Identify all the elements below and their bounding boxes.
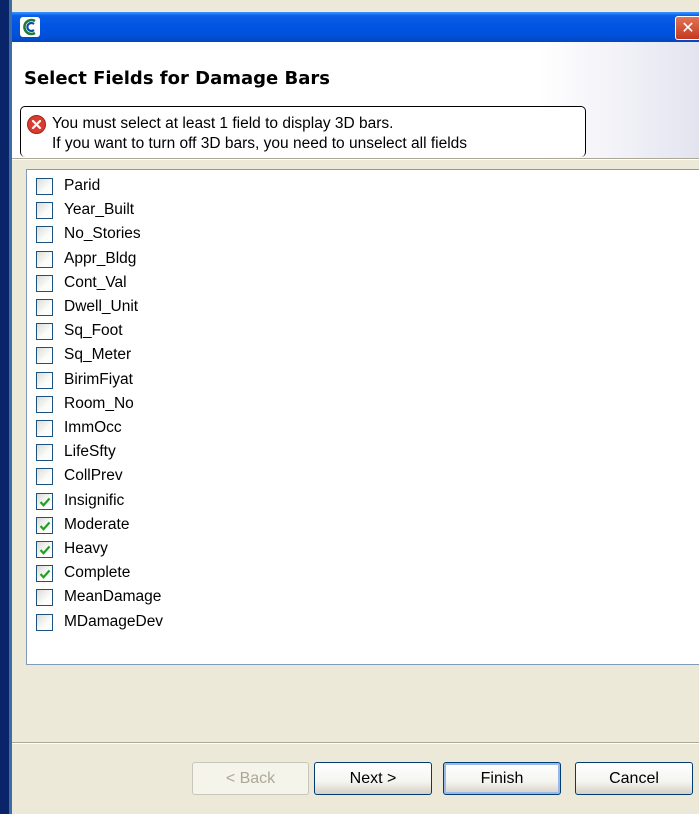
field-checkbox[interactable] (36, 516, 53, 534)
field-label: Year_Built (64, 201, 135, 219)
field-checkbox[interactable] (36, 347, 53, 365)
wizard-header: Select Fields for Damage Bars You must s… (12, 42, 699, 160)
field-checkbox[interactable] (36, 226, 53, 244)
field-checkbox[interactable] (36, 178, 53, 195)
error-icon (27, 115, 46, 134)
field-label: Appr_Bldg (64, 249, 137, 267)
field-checkbox[interactable] (36, 420, 53, 437)
field-label: CollPrev (64, 467, 123, 485)
field-label: Sq_Meter (64, 346, 132, 364)
field-label: Cont_Val (64, 273, 127, 291)
field-label: No_Stories (64, 225, 141, 243)
field-label: ImmOcc (64, 419, 122, 436)
field-checkbox[interactable] (36, 323, 53, 341)
field-checkbox[interactable] (36, 468, 53, 486)
field-checkbox[interactable] (36, 613, 53, 631)
field-label: MeanDamage (64, 588, 162, 606)
window-left-border (0, 0, 12, 814)
field-checkbox[interactable] (36, 202, 53, 220)
field-label: Moderate (64, 515, 130, 533)
field-checkbox-list[interactable]: Parid Year_Built No_Stories Appr_Bldg Cont_V… (26, 169, 699, 665)
field-checkbox[interactable] (36, 250, 53, 268)
next-button[interactable]: Next > (314, 762, 432, 795)
field-label: Parid (64, 177, 101, 194)
field-checkbox[interactable] (36, 589, 53, 607)
field-label: Dwell_Unit (64, 298, 139, 315)
field-label: Room_No (64, 394, 134, 412)
cancel-button[interactable]: Cancel (575, 762, 693, 795)
page-title: Select Fields for Damage Bars (24, 68, 330, 89)
field-label: MDamageDev (64, 612, 164, 630)
error-message-line2: If you want to turn off 3D bars, you nee… (52, 135, 468, 152)
field-label: BirimFiyat (64, 370, 133, 388)
wizard-window: ✕ Select Fields for Damage Bars You must… (12, 0, 699, 814)
finish-button[interactable]: Finish (443, 762, 561, 795)
field-label: Insignific (64, 491, 125, 509)
app-logo-icon (20, 17, 40, 37)
field-checkbox[interactable] (36, 274, 53, 292)
field-label: Complete (64, 564, 131, 582)
field-label: Sq_Foot (64, 322, 123, 340)
title-bar[interactable]: ✕ (12, 12, 699, 42)
field-checkbox[interactable] (36, 492, 53, 510)
field-checkbox[interactable] (36, 541, 53, 558)
field-checkbox[interactable] (36, 371, 53, 389)
field-checkbox[interactable] (36, 565, 53, 583)
field-checkbox[interactable] (36, 444, 53, 462)
error-message-line1: You must select at least 1 field to disp… (52, 115, 394, 132)
close-button[interactable]: ✕ (675, 16, 699, 40)
error-message-box: You must select at least 1 field to disp… (20, 106, 586, 157)
back-button[interactable]: < Back (192, 762, 309, 795)
field-label: Heavy (64, 540, 108, 557)
field-label: LifeSfty (64, 443, 116, 461)
field-checkbox[interactable] (36, 299, 53, 316)
field-checkbox[interactable] (36, 395, 53, 413)
